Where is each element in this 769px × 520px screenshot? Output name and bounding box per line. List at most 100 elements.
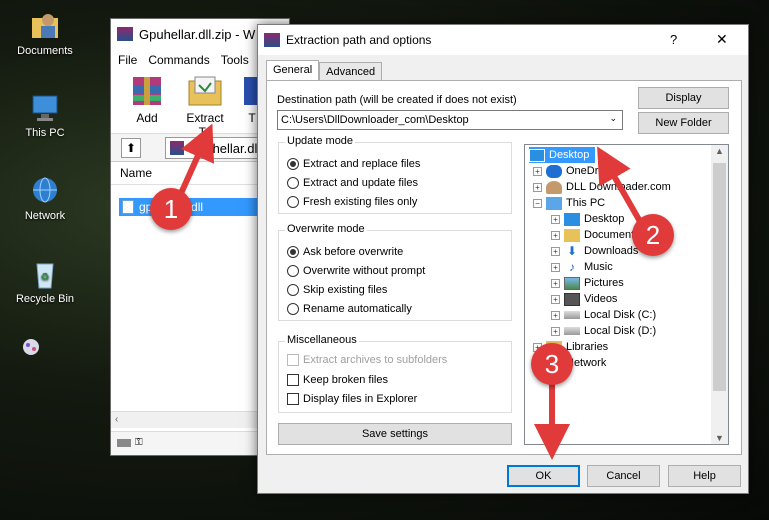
scroll-thumb[interactable] (713, 163, 726, 391)
user-icon (546, 180, 562, 194)
tree-item-label: Videos (584, 293, 618, 305)
expand-icon[interactable]: + (533, 166, 542, 176)
add-button[interactable]: Add (121, 73, 173, 125)
overwrite-option-rename[interactable]: Rename automatically (287, 303, 412, 315)
tree-item-label: Pictures (584, 277, 624, 289)
radio-selected[interactable] (287, 246, 299, 258)
overwrite-option-no-prompt[interactable]: Overwrite without prompt (287, 265, 425, 277)
horizontal-scrollbar[interactable]: ‹ (111, 411, 257, 428)
update-mode-label: Update mode (285, 135, 356, 147)
tree-item-documents[interactable]: + Documents (551, 227, 640, 243)
desktop-icon-documents[interactable]: Documents (2, 10, 88, 57)
tree-item-pictures[interactable]: + Pictures (551, 275, 624, 291)
update-mode-option-fresh[interactable]: Fresh existing files only (287, 196, 417, 208)
menu-tools[interactable]: Tools (221, 53, 249, 67)
desktop-icon (529, 148, 545, 162)
checkbox-disabled[interactable] (287, 354, 299, 366)
menu-commands[interactable]: Commands (148, 53, 209, 67)
folder-icon (564, 228, 580, 242)
option-label: Display files in Explorer (303, 393, 418, 405)
desktop-icon-label: This PC (25, 127, 65, 139)
column-name-label: Name (120, 166, 153, 180)
tree-item-user[interactable]: + DLL Downloader.com (533, 179, 671, 195)
tree-item-label: Downloads (584, 245, 639, 257)
tree-item-desktop-root[interactable]: Desktop (529, 147, 596, 163)
music-icon: ♪ (569, 259, 575, 274)
radio[interactable] (287, 284, 299, 296)
scroll-down-icon[interactable]: ▼ (715, 433, 724, 443)
tree-item-label: OneDrive (566, 165, 613, 177)
add-label: Add (136, 111, 158, 125)
overwrite-option-skip[interactable]: Skip existing files (287, 284, 387, 296)
expand-icon[interactable]: + (551, 294, 560, 304)
partial-desktop-icon[interactable] (20, 336, 42, 358)
help-button[interactable]: Help (668, 465, 741, 487)
close-icon[interactable]: ✕ (716, 31, 728, 48)
scroll-up-icon[interactable]: ▲ (715, 146, 724, 156)
annotation-badge-3: 3 (531, 343, 573, 385)
tree-item-disk-d[interactable]: + Local Disk (D:) (551, 323, 656, 339)
radio[interactable] (287, 265, 299, 277)
dialog-title-bar: Extraction path and options ? ✕ (258, 25, 748, 55)
expand-icon[interactable]: + (551, 230, 560, 240)
tree-item-disk-c[interactable]: + Local Disk (C:) (551, 307, 656, 323)
desktop-icon-label: Network (24, 210, 66, 222)
tab-advanced[interactable]: Advanced (319, 62, 383, 81)
desktop-icon-recycle-bin[interactable]: ♻ Recycle Bin (2, 258, 88, 305)
tree-item-downloads[interactable]: + ⬇ Downloads (551, 243, 638, 259)
destination-path-combo[interactable]: C:\Users\DllDownloader_com\Desktop ⌄ (277, 110, 623, 130)
update-mode-option-replace[interactable]: Extract and replace files (287, 158, 420, 170)
tree-item-label: Libraries (566, 341, 609, 353)
expand-icon[interactable]: + (551, 214, 560, 224)
radio[interactable] (287, 303, 299, 315)
destination-label: Destination path (will be created if doe… (277, 94, 517, 106)
option-label: Extract and replace files (303, 158, 421, 170)
tab-general[interactable]: General (266, 60, 320, 80)
cloud-icon (546, 164, 562, 178)
tree-item-videos[interactable]: + Videos (551, 291, 617, 307)
radio-selected[interactable] (287, 158, 299, 170)
radio[interactable] (287, 196, 299, 208)
expand-icon[interactable]: + (551, 246, 560, 256)
radio[interactable] (287, 177, 299, 189)
folder-tree[interactable]: Desktop + OneDrive + DLL Downloader.com − T… (524, 144, 729, 445)
collapse-icon[interactable]: − (533, 198, 542, 208)
checkbox[interactable] (287, 374, 299, 386)
winrar-dialog-icon (264, 33, 280, 47)
ok-button[interactable]: OK (507, 465, 580, 487)
dll-file-icon (122, 200, 134, 214)
display-button[interactable]: Display (638, 87, 729, 109)
expand-icon[interactable]: + (551, 310, 560, 320)
tree-item-desktop[interactable]: + Desktop (551, 211, 624, 227)
cancel-button[interactable]: Cancel (587, 465, 660, 487)
misc-option-keep-broken[interactable]: Keep broken files (287, 374, 388, 386)
archive-add-icon (127, 73, 167, 107)
tab-strip: General Advanced (266, 60, 383, 81)
new-folder-button[interactable]: New Folder (638, 112, 729, 134)
expand-icon[interactable]: + (551, 278, 560, 288)
tree-scrollbar[interactable]: ▲ ▼ (711, 145, 728, 444)
extract-to-button[interactable]: Extract To (179, 73, 231, 139)
help-title-button[interactable]: ? (670, 32, 677, 47)
tree-item-this-pc[interactable]: − This PC (533, 195, 605, 211)
option-label: Extract and update files (303, 177, 418, 189)
overwrite-option-ask[interactable]: Ask before overwrite (287, 246, 403, 258)
desktop-icon-network[interactable]: Network (2, 175, 88, 222)
misc-label: Miscellaneous (285, 334, 359, 346)
up-folder-button[interactable]: ⬆ (121, 138, 141, 158)
disk-icon (564, 311, 580, 319)
computer-icon (28, 92, 62, 124)
checkbox[interactable] (287, 393, 299, 405)
expand-icon[interactable]: + (551, 262, 560, 272)
menu-file[interactable]: File (118, 53, 137, 67)
expand-icon[interactable]: + (533, 182, 542, 192)
save-settings-button[interactable]: Save settings (278, 423, 512, 445)
tree-item-music[interactable]: + ♪ Music (551, 259, 613, 275)
expand-icon[interactable]: + (551, 326, 560, 336)
desktop-icon-this-pc[interactable]: This PC (2, 92, 88, 139)
tree-item-onedrive[interactable]: + OneDrive (533, 163, 612, 179)
update-mode-option-update[interactable]: Extract and update files (287, 177, 418, 189)
misc-option-subfolders[interactable]: Extract archives to subfolders (287, 354, 447, 366)
desktop-icon-label: Recycle Bin (15, 293, 75, 305)
misc-option-display-explorer[interactable]: Display files in Explorer (287, 393, 417, 405)
